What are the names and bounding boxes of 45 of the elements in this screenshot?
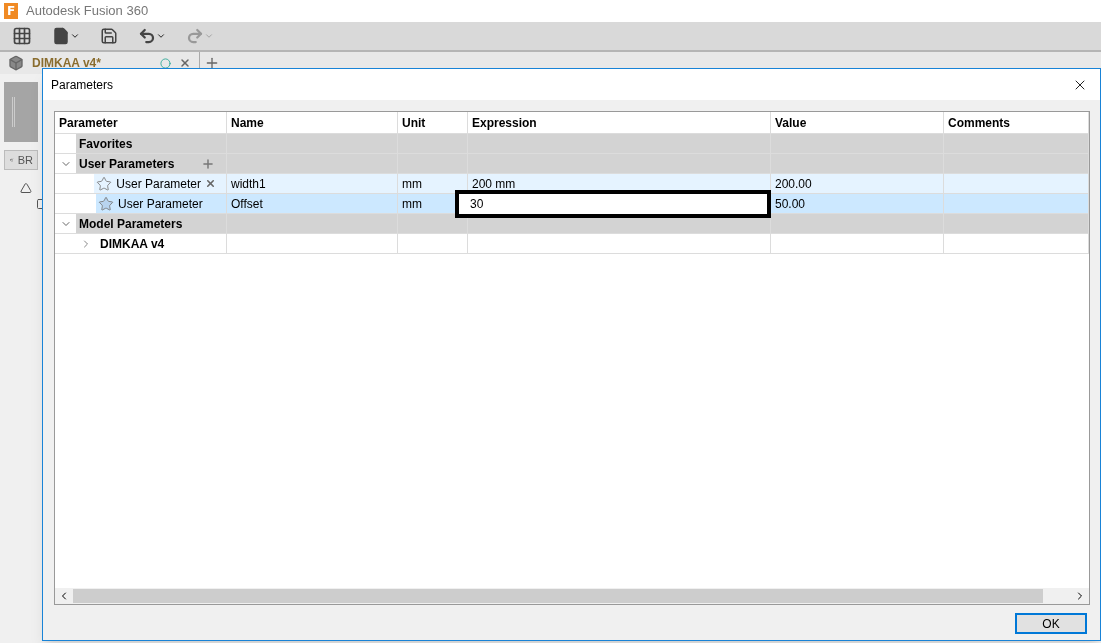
status-circle-icon bbox=[160, 57, 171, 69]
scrollbar-thumb[interactable] bbox=[73, 589, 1043, 603]
file-menu-icon[interactable] bbox=[52, 27, 80, 45]
parameter-type: User Parameter bbox=[118, 195, 203, 213]
favorite-star-icon[interactable] bbox=[98, 195, 114, 212]
table-cell bbox=[398, 214, 468, 234]
undo-icon[interactable] bbox=[138, 27, 166, 45]
add-icon[interactable] bbox=[201, 156, 215, 171]
apps-grid-icon[interactable] bbox=[12, 26, 32, 46]
triangle-icon bbox=[20, 182, 32, 194]
component-name: DIMKAA v4 bbox=[99, 236, 166, 253]
group-label: Favorites bbox=[79, 135, 133, 153]
save-icon[interactable] bbox=[100, 27, 118, 45]
group-label: Model Parameters bbox=[79, 215, 183, 233]
value-cell: 200.00 bbox=[771, 174, 944, 194]
app-logo: F bbox=[4, 3, 18, 19]
parameter-cell[interactable]: User Parameter bbox=[96, 194, 226, 213]
tab-title: DIMKAA v4* bbox=[32, 55, 101, 72]
ok-button[interactable]: OK bbox=[1015, 613, 1087, 634]
table-cell bbox=[398, 154, 468, 174]
name-cell: Offset bbox=[227, 194, 398, 214]
parameter-cell[interactable]: User Parameter bbox=[94, 174, 226, 193]
expression-input[interactable]: 30 bbox=[455, 190, 771, 218]
new-tab-icon[interactable] bbox=[204, 55, 220, 71]
cube-icon bbox=[8, 55, 24, 71]
group-header-cell[interactable]: Model Parameters bbox=[76, 214, 226, 233]
parameter-type: User Parameter bbox=[116, 175, 201, 193]
value-cell: 50.00 bbox=[771, 194, 944, 214]
side-panel bbox=[4, 82, 38, 142]
browser-label: BR bbox=[17, 152, 33, 168]
group-header-cell[interactable]: Favorites bbox=[76, 134, 226, 153]
unit-cell: mm bbox=[398, 174, 468, 194]
dialog-title: Parameters bbox=[51, 76, 114, 94]
group-label: User Parameters bbox=[79, 155, 175, 173]
close-tab-icon[interactable] bbox=[179, 57, 191, 69]
table-cell bbox=[398, 134, 468, 154]
collapse-left-icon[interactable] bbox=[9, 155, 14, 165]
redo-icon[interactable] bbox=[186, 27, 214, 45]
table-cell bbox=[398, 234, 468, 254]
browser-bar[interactable]: BR bbox=[4, 150, 38, 170]
delete-icon[interactable] bbox=[205, 178, 216, 189]
name-cell: width1 bbox=[227, 174, 398, 194]
favorite-star-icon[interactable] bbox=[96, 175, 113, 192]
window-title: Autodesk Fusion 360 bbox=[26, 2, 149, 21]
group-header-cell[interactable]: User Parameters bbox=[76, 154, 226, 173]
